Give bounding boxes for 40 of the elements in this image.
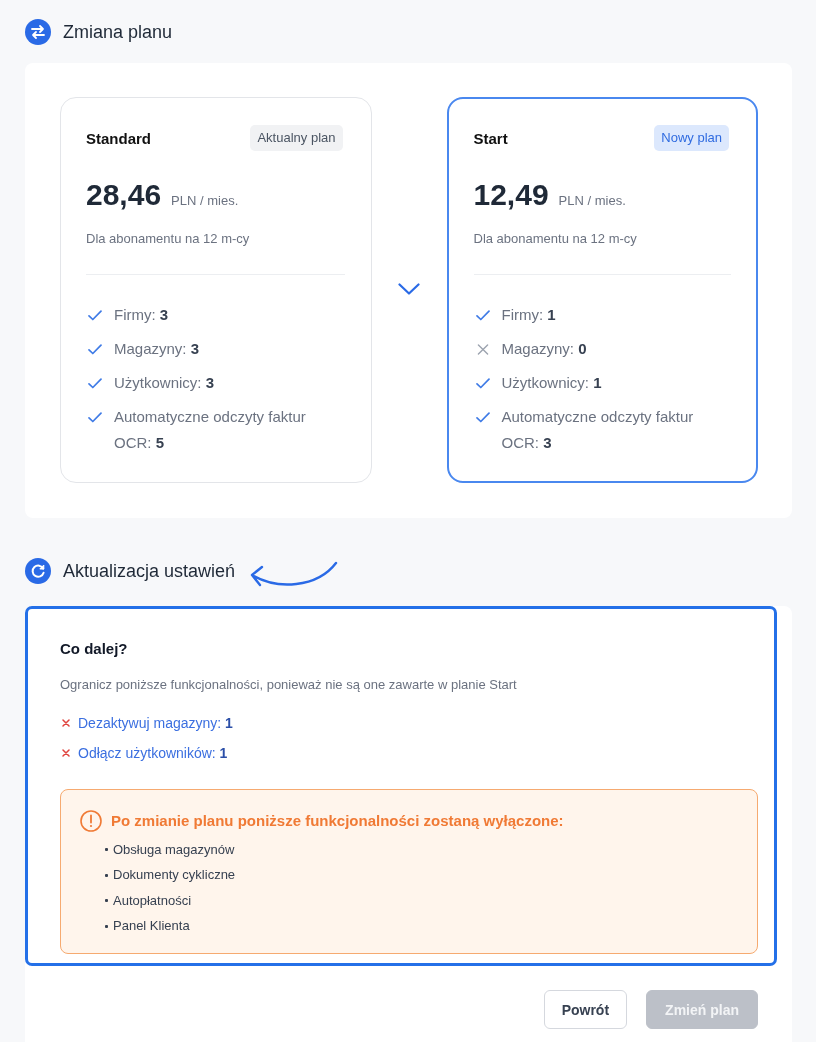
- alert-icon: [80, 810, 102, 832]
- warning-title: Po zmianie planu poniższe funkcjonalności zostaną wyłączone:: [111, 811, 564, 831]
- plan-name: Start: [473, 129, 508, 147]
- warning-item: Autopłatności: [113, 891, 192, 910]
- price-amount: 12,49: [473, 177, 549, 213]
- feature-text: Firmy: 1: [501, 305, 556, 325]
- action-link[interactable]: Odłącz użytkowników: 1: [78, 743, 228, 763]
- price-unit: PLN / mies.: [558, 192, 626, 210]
- price-unit: PLN / mies.: [171, 192, 239, 210]
- plan-badge: Aktualny plan: [250, 125, 343, 151]
- warning-item: Obsługa magazynów: [113, 840, 235, 859]
- cross-icon: [62, 749, 70, 757]
- feature-text: Magazyny: 0: [501, 339, 587, 359]
- feature-text: Użytkownicy: 1: [501, 373, 602, 393]
- bullet-icon: [105, 848, 108, 852]
- description-text: Ogranicz poniższe funkcjonalności, ponieważ nie są one zawarte w planie Start: [60, 676, 518, 694]
- billing-note: Dla abonamentu na 12 m-cy: [86, 230, 251, 248]
- feature-text: Automatyczne odczyty faktur OCR: 3: [501, 407, 695, 453]
- refresh-icon: [25, 558, 51, 584]
- section-title: Zmiana planu: [63, 21, 173, 44]
- section-title: Aktualizacja ustawień: [63, 560, 236, 583]
- cross-icon: [62, 719, 70, 727]
- next-steps-heading: Co dalej?: [60, 639, 129, 659]
- bullet-icon: [105, 899, 108, 903]
- back-button[interactable]: Powrót: [543, 990, 628, 1029]
- price-amount: 28,46: [86, 177, 162, 213]
- feature-text: Firmy: 3: [114, 305, 169, 325]
- plan-badge: Nowy plan: [654, 125, 729, 151]
- swap-arrows-icon: [25, 19, 51, 45]
- bullet-icon: [105, 873, 108, 877]
- plan-name: Standard: [86, 129, 151, 147]
- billing-note: Dla abonamentu na 12 m-cy: [473, 230, 638, 248]
- warning-item: Dokumenty cykliczne: [113, 866, 236, 885]
- feature-text: Automatyczne odczyty faktur OCR: 5: [114, 407, 307, 453]
- chevron-down-icon: [398, 283, 420, 295]
- action-link[interactable]: Dezaktywuj magazyny: 1: [78, 713, 233, 733]
- warning-item: Panel Klienta: [113, 917, 190, 936]
- feature-text: Magazyny: 3: [114, 339, 200, 359]
- feature-text: Użytkownicy: 3: [114, 373, 215, 393]
- bullet-icon: [105, 924, 108, 928]
